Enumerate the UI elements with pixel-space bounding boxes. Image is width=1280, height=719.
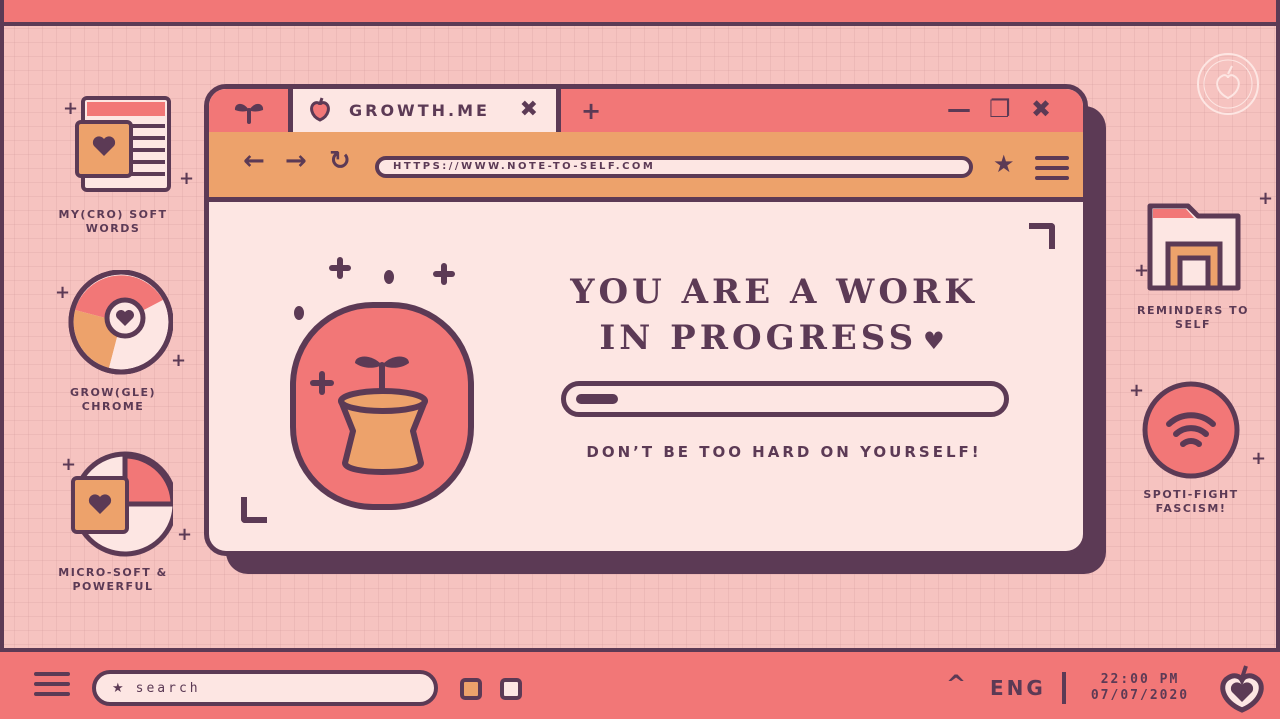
clock[interactable]: 22:00 PM 07/07/2020 [1082,672,1198,704]
back-button[interactable]: ← [243,146,265,176]
language-indicator[interactable]: ENG [990,676,1046,700]
heart-icon: ♥ [923,326,949,355]
close-window-button[interactable]: ✖ [1031,95,1051,123]
desktop-icon-chrome[interactable]: + + GROW(GLE) CHROME [38,269,188,414]
sparkle-icon: + [179,168,195,189]
headline: YOU ARE A WORK IN PROGRESS ♥ [539,269,1009,364]
corner-decoration [1029,223,1055,249]
sparkle-icon: + [55,282,71,303]
chevron-up-icon[interactable]: ^ [946,670,966,698]
url-bar[interactable]: HTTPS://WWW.NOTE-TO-SELF.COM [375,156,973,178]
desktop-icon-label: MICRO-SOFT & POWERFUL [58,566,168,593]
progress-bar [561,381,1009,417]
peach-logo-icon [1196,52,1260,120]
tab-title: GROWTH.ME [349,101,490,120]
desktop-icon-label: REMINDERS TO SELF [1137,304,1249,331]
plant-pot-illustration [283,245,483,519]
taskbar: ★ search ^ ENG 22:00 PM 07/07/2020 [0,648,1280,719]
top-bar [0,0,1280,26]
desktop-icon-spotify[interactable]: + + SPOTI-FIGHT FASCISM! [1116,380,1266,516]
desktop-icon-label: MY(CRO) SOFT WORDS [58,208,168,235]
sparkle-icon: + [177,524,193,545]
desktop-icon-label: SPOTI-FIGHT FASCISM! [1143,488,1239,515]
corner-decoration [241,497,267,523]
desktop-icon-label: GROW(GLE) CHROME [69,386,157,413]
bookmark-star-icon[interactable]: ★ [993,150,1015,178]
desktop-icon-reminders[interactable]: + + REMINDERS TO SELF [1118,190,1273,332]
browser-window: GROWTH.ME ✖ + — ❐ ✖ ← → ↻ HTTPS://WWW.NO… [204,84,1088,556]
progress-bar-fill [576,394,618,404]
browser-menu-button[interactable] [1035,156,1069,180]
minimize-button[interactable]: — [947,95,971,123]
clock-date: 07/07/2020 [1090,688,1190,703]
tab-growth[interactable]: GROWTH.ME ✖ [293,89,561,132]
search-placeholder: search [135,680,201,696]
nav-bar: ← → ↻ HTTPS://WWW.NOTE-TO-SELF.COM ★ [209,132,1083,202]
sparkle-icon: + [61,454,77,475]
forward-button[interactable]: → [285,146,307,176]
tab-close-icon[interactable]: ✖ [520,97,538,122]
sparkle-icon: + [1258,188,1274,209]
desktop-icon-powerful[interactable]: + + MICRO-SOFT & POWERFUL [38,450,192,594]
new-tab-button[interactable]: + [581,97,601,125]
sprout-icon [209,89,293,132]
sparkle-icon: + [1251,448,1267,469]
start-menu-button[interactable] [34,672,70,702]
reload-button[interactable]: ↻ [329,146,351,176]
tab-bar: GROWTH.ME ✖ + — ❐ ✖ [209,89,1083,137]
powerpoint-icon: + + [53,450,192,558]
sparkle-icon: + [63,98,79,119]
headline-line-1: YOU ARE A WORK [570,272,978,312]
clock-time: 22:00 PM [1100,672,1180,687]
desktop-icon-words[interactable]: + + MY(CRO) SOFT WORDS [38,90,194,236]
folder-icon: + + [1134,190,1273,296]
sparkle-icon: + [171,350,187,371]
peach-icon [307,96,333,126]
peach-heart-icon[interactable] [1216,662,1268,718]
taskbar-divider [1062,672,1066,704]
document-icon: + + [53,90,194,200]
sparkle-icon: + [1129,380,1145,401]
taskbar-app-button[interactable] [460,678,482,700]
encouragement-text: DON’T BE TOO HARD ON YOURSELF! [586,443,982,461]
taskbar-app-button[interactable] [500,678,522,700]
headline-line-2: IN PROGRESS ♥ [599,318,949,358]
maximize-button[interactable]: ❐ [989,95,1011,123]
sparkle-icon: + [1134,260,1150,281]
search-input[interactable]: ★ search [92,670,438,706]
wifi-icon: + + [1129,380,1266,480]
chrome-icon: + + [53,269,186,378]
search-star-icon: ★ [112,680,124,696]
